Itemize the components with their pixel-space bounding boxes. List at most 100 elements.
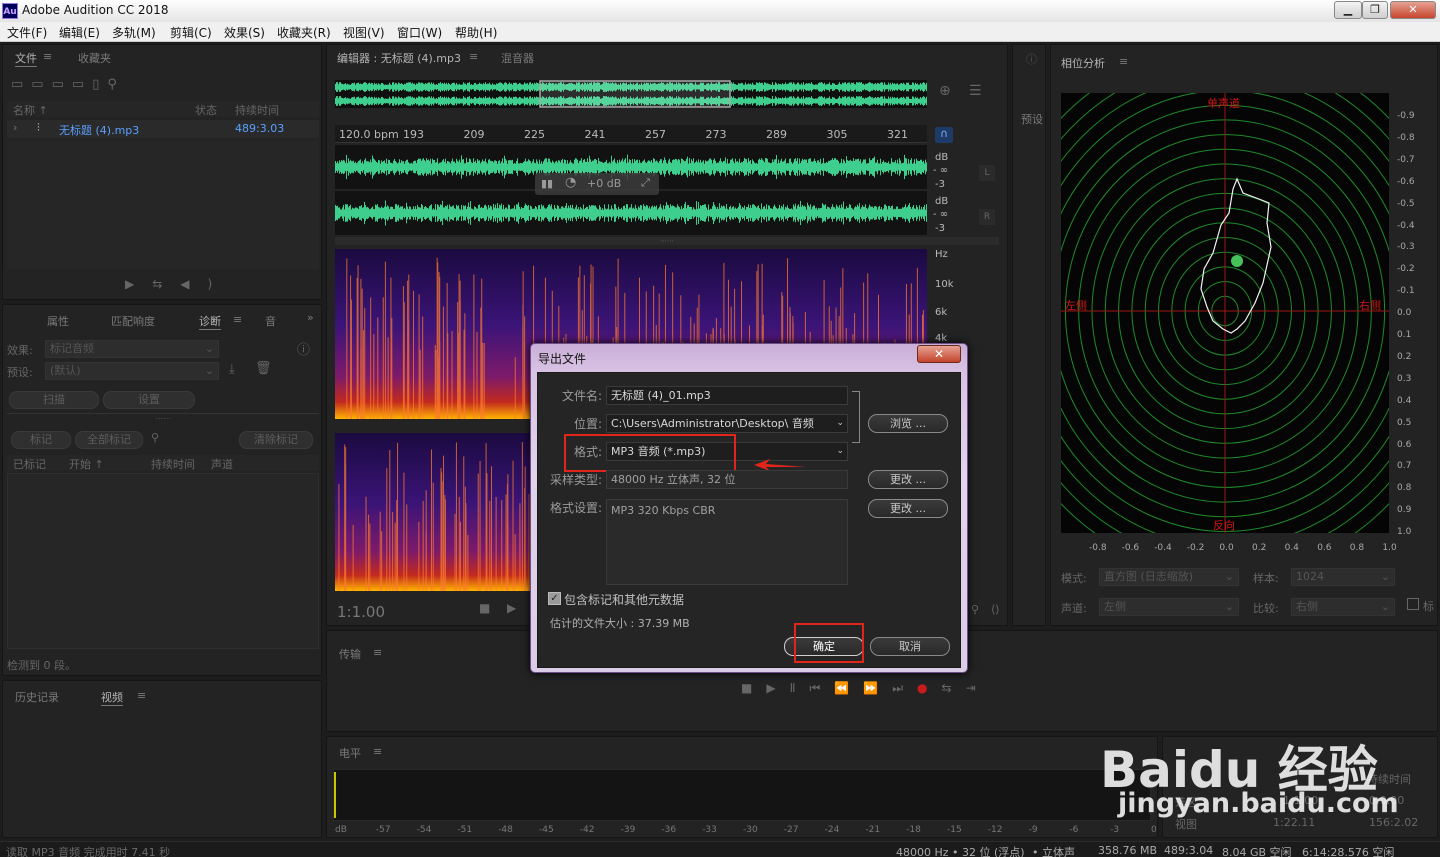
delete-preset-icon[interactable]: 🗑 — [255, 361, 272, 376]
menu-edit[interactable]: 编辑(E) — [59, 24, 100, 41]
minimize-icon[interactable]: ▁ — [1334, 1, 1362, 19]
sample-select[interactable]: 1024 ⌄ — [1291, 568, 1395, 586]
tab-files-menu-icon[interactable]: ≡ — [29, 50, 52, 63]
tab-match-loudness[interactable]: 匹配响度 — [111, 313, 155, 329]
fast-forward-icon[interactable]: ⏩ — [863, 681, 892, 695]
menu-view[interactable]: 视图(V) — [343, 24, 385, 41]
loop-icon[interactable]: ⇆ — [152, 277, 180, 291]
tab-properties[interactable]: 属性 — [47, 313, 69, 329]
column-duration[interactable]: 持续时间 — [151, 456, 195, 472]
menu-multitrack[interactable]: 多轨(M) — [112, 24, 156, 41]
more-tabs-icon[interactable]: » — [307, 311, 314, 324]
phase-checkbox[interactable] — [1407, 598, 1419, 610]
go-end-icon[interactable]: ⏭ — [892, 681, 917, 695]
column-start[interactable]: 开始 ↑ — [69, 456, 104, 472]
menu-clip[interactable]: 剪辑(C) — [170, 24, 212, 41]
tab-diag-menu-icon[interactable]: ≡ — [233, 313, 242, 326]
column-status[interactable]: 状态 — [195, 102, 217, 118]
column-name[interactable]: 名称 ↑ — [13, 102, 48, 118]
channel-l-toggle[interactable]: L — [979, 165, 995, 181]
change-format-button[interactable]: 更改 ... — [868, 499, 948, 518]
close-icon[interactable]: ✕ — [1390, 1, 1436, 19]
tab-diagnostics[interactable]: 诊断 — [199, 313, 221, 330]
search-icon[interactable]: ⚲ — [107, 77, 125, 92]
delete-icon[interactable]: ▯ — [92, 77, 107, 92]
column-channel[interactable]: 声道 — [211, 456, 233, 472]
new-file-icon[interactable]: ▭ — [52, 77, 72, 92]
mode-select[interactable]: 直方图 (日志缩放) ⌄ — [1099, 568, 1239, 586]
loop-icon[interactable]: ⇆ — [942, 681, 966, 695]
clear-marks-button[interactable]: 清除标记 — [239, 431, 313, 449]
tab-history[interactable]: 历史记录 — [15, 689, 59, 705]
levels-title[interactable]: 电平 — [339, 745, 361, 761]
browse-button[interactable]: 浏览 ... — [868, 414, 948, 433]
levels-menu-icon[interactable]: ≡ — [373, 745, 382, 758]
panel-layout-icon[interactable]: ☰ — [969, 83, 982, 99]
tab-editor[interactable]: 编辑器 : 无标题 (4).mp3 — [337, 50, 461, 66]
save-preset-icon[interactable]: ⤓ — [229, 362, 235, 377]
right-channel-waveform[interactable] — [335, 191, 927, 235]
pause-icon[interactable]: Ⅱ — [790, 681, 810, 695]
menu-window[interactable]: 窗口(W) — [397, 24, 442, 41]
play-icon[interactable]: ▶ — [507, 601, 516, 615]
include-markers-checkbox[interactable]: ✓ — [548, 592, 561, 605]
zoom-fit-icon[interactable]: ⟨⟩ — [991, 603, 1000, 616]
search-icon[interactable]: ⚲ — [151, 431, 159, 444]
tab-audio[interactable]: 音 — [265, 313, 276, 329]
open-folder-icon[interactable]: ▭ — [11, 77, 31, 92]
mark-all-button[interactable]: 全部标记 — [75, 431, 143, 449]
maximize-icon[interactable]: ❐ — [1362, 1, 1388, 19]
menu-effects[interactable]: 效果(S) — [224, 24, 265, 41]
transport-title[interactable]: 传输 — [339, 646, 361, 662]
timeline-ruler[interactable]: 120.0 bpm 193 209 225 241 257 273 289 305 321 — [335, 125, 927, 143]
tab-mixer[interactable]: 混音器 — [501, 50, 534, 66]
cancel-button[interactable]: 取消 — [870, 637, 950, 656]
go-start-icon[interactable]: ⏮ — [809, 681, 834, 695]
strip-info-icon[interactable]: ⓘ — [1026, 51, 1037, 67]
record-icon[interactable]: ● — [917, 681, 941, 695]
overview-waveform[interactable] — [335, 80, 927, 108]
phase-menu-icon[interactable]: ≡ — [1119, 55, 1128, 68]
import-icon[interactable]: ▭ — [31, 77, 51, 92]
filename-input[interactable]: 无标题 (4)_01.mp3 — [606, 386, 848, 405]
menu-file[interactable]: 文件(F) — [7, 24, 47, 41]
panel-divider[interactable]: ⋯⋯ — [7, 413, 319, 423]
tab-presets[interactable]: 预设 — [1021, 111, 1043, 127]
stop-icon[interactable]: ■ — [479, 601, 490, 615]
dialog-close-icon[interactable]: ✕ — [917, 345, 961, 363]
menu-help[interactable]: 帮助(H) — [455, 24, 497, 41]
location-select[interactable]: C:\Users\Administrator\Desktop\ 音频 ⌄ — [606, 414, 848, 433]
insert-icon[interactable]: ▭ — [72, 77, 92, 92]
column-duration[interactable]: 持续时间 — [235, 102, 279, 118]
menu-favorites[interactable]: 收藏夹(R) — [277, 24, 331, 41]
autoplay-icon[interactable]: ◀) — [180, 277, 230, 291]
snap-icon[interactable]: ∩ — [935, 127, 953, 143]
stop-icon[interactable]: ■ — [741, 681, 766, 695]
channel-r-toggle[interactable]: R — [979, 209, 995, 225]
zoom-in-icon[interactable]: ⚲ — [971, 603, 979, 616]
rewind-icon[interactable]: ⏪ — [834, 681, 863, 695]
skip-icon[interactable]: ⇥ — [966, 681, 990, 695]
effect-select[interactable]: 标记音频 ⌄ — [45, 340, 219, 358]
mark-button[interactable]: 标记 — [11, 431, 71, 449]
spectral-divider[interactable]: ⋯⋯ — [335, 237, 999, 245]
table-row[interactable]: › ⫶ 无标题 (4).mp3 489:3.03 — [7, 120, 319, 138]
settings-button[interactable]: 设置 — [103, 391, 195, 409]
tab-favorites[interactable]: 收藏夹 — [78, 50, 111, 66]
play-icon[interactable]: ▶ — [125, 277, 152, 291]
scan-button[interactable]: 扫描 — [9, 391, 99, 409]
phase-title[interactable]: 相位分析 — [1061, 55, 1105, 71]
compare-select[interactable]: 右侧 ⌄ — [1291, 598, 1395, 616]
change-sample-button[interactable]: 更改 ... — [868, 470, 948, 489]
expand-chevron-icon[interactable]: › — [13, 121, 17, 134]
info-icon[interactable]: ⓘ — [297, 339, 310, 358]
preset-select[interactable]: (默认) ⌄ — [45, 362, 219, 380]
hud-gain[interactable]: ▮▮ ◔ +0 dB ⤢ — [535, 173, 659, 195]
transport-menu-icon[interactable]: ≡ — [373, 646, 382, 659]
tab-video-menu-icon[interactable]: ≡ — [137, 689, 146, 702]
hud-pin-icon[interactable]: ⤢ — [641, 176, 650, 190]
play-icon[interactable]: ▶ — [766, 681, 789, 695]
zoom-target-icon[interactable]: ⊕ — [939, 83, 951, 99]
hud-knob-icon[interactable]: ◔ — [565, 175, 576, 190]
column-marked[interactable]: 已标记 — [13, 456, 46, 472]
